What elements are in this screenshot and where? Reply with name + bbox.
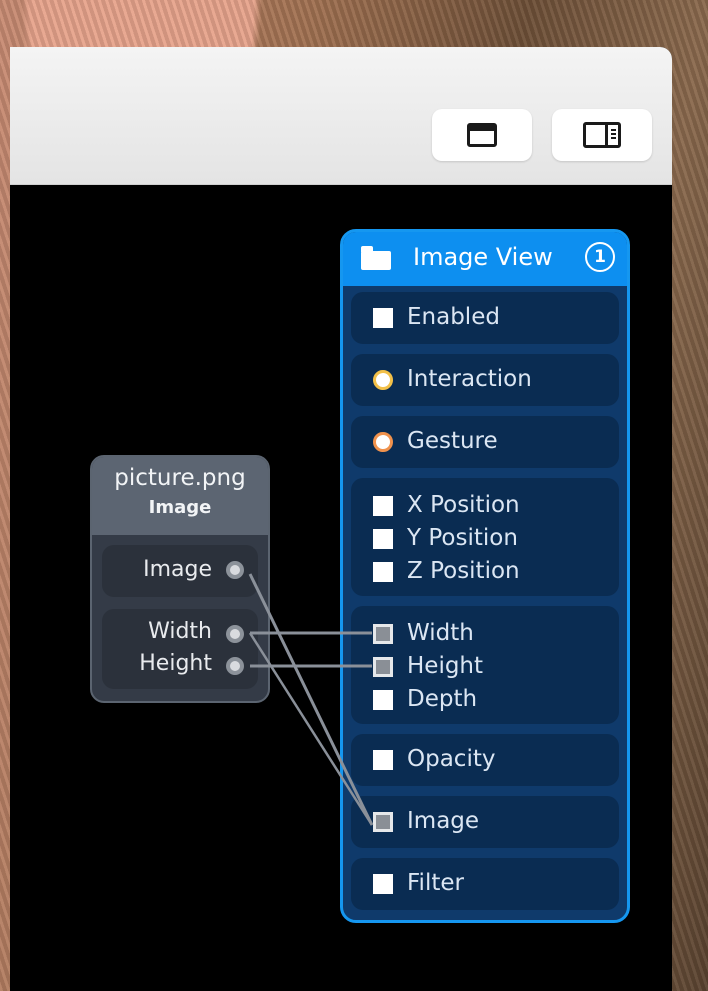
input-row-image: Image: [351, 796, 619, 848]
output-row-image: Image: [102, 545, 258, 597]
input-port-filter[interactable]: [373, 874, 393, 894]
wallpaper-edge: [672, 47, 708, 991]
image-source-node[interactable]: picture.png Image Image Width Height: [90, 455, 270, 703]
image-source-node-type: Image: [148, 497, 212, 518]
input-port-depth[interactable]: [373, 690, 393, 710]
input-row-position: X Position Y Position Z Position: [351, 478, 619, 596]
input-port-gesture[interactable]: [373, 432, 393, 452]
input-row-gesture: Gesture: [351, 416, 619, 468]
input-row-size: Width Height Depth: [351, 606, 619, 724]
input-label-image: Image: [407, 808, 480, 834]
window-layout-icon: [467, 123, 497, 147]
layer-count-badge[interactable]: 1: [585, 242, 615, 272]
sidebar-toggle-button[interactable]: [552, 109, 652, 161]
input-label-y-position: Y Position: [407, 525, 518, 551]
window-toolbar: [10, 47, 672, 185]
input-label-x-position: X Position: [407, 492, 520, 518]
input-port-x-position[interactable]: [373, 496, 393, 516]
input-row-interaction: Interaction: [351, 354, 619, 406]
input-port-y-position[interactable]: [373, 529, 393, 549]
image-view-node[interactable]: Image View 1 Enabled Interaction Gesture…: [340, 229, 630, 923]
input-label-z-position: Z Position: [407, 558, 520, 584]
folder-icon: [361, 246, 391, 270]
input-row-enabled: Enabled: [351, 292, 619, 344]
input-label-height: Height: [407, 653, 484, 679]
output-port-image[interactable]: [226, 561, 244, 579]
input-port-image[interactable]: [373, 812, 393, 832]
input-label-gesture: Gesture: [407, 428, 498, 454]
input-label-depth: Depth: [407, 686, 478, 712]
window-layout-button[interactable]: [432, 109, 532, 161]
image-source-node-header[interactable]: picture.png Image: [92, 457, 268, 535]
output-port-width[interactable]: [226, 625, 244, 643]
input-label-width: Width: [407, 620, 474, 646]
input-label-interaction: Interaction: [407, 366, 532, 392]
input-port-z-position[interactable]: [373, 562, 393, 582]
input-port-interaction[interactable]: [373, 370, 393, 390]
image-source-node-title: picture.png: [114, 465, 246, 491]
output-port-height[interactable]: [226, 657, 244, 675]
image-view-node-title: Image View: [413, 243, 553, 271]
input-label-enabled: Enabled: [407, 304, 500, 330]
sidebar-panel-icon: [583, 122, 621, 148]
input-row-filter: Filter: [351, 858, 619, 910]
input-port-opacity[interactable]: [373, 750, 393, 770]
input-port-width[interactable]: [373, 624, 393, 644]
input-label-filter: Filter: [407, 870, 464, 896]
output-label-height: Height: [139, 651, 212, 676]
output-row-size: Width Height: [102, 609, 258, 689]
output-label-width: Width: [148, 619, 212, 644]
input-label-opacity: Opacity: [407, 746, 496, 772]
input-port-enabled[interactable]: [373, 308, 393, 328]
image-view-node-header[interactable]: Image View 1: [343, 232, 627, 286]
input-row-opacity: Opacity: [351, 734, 619, 786]
output-label-image: Image: [143, 557, 212, 582]
input-port-height[interactable]: [373, 657, 393, 677]
